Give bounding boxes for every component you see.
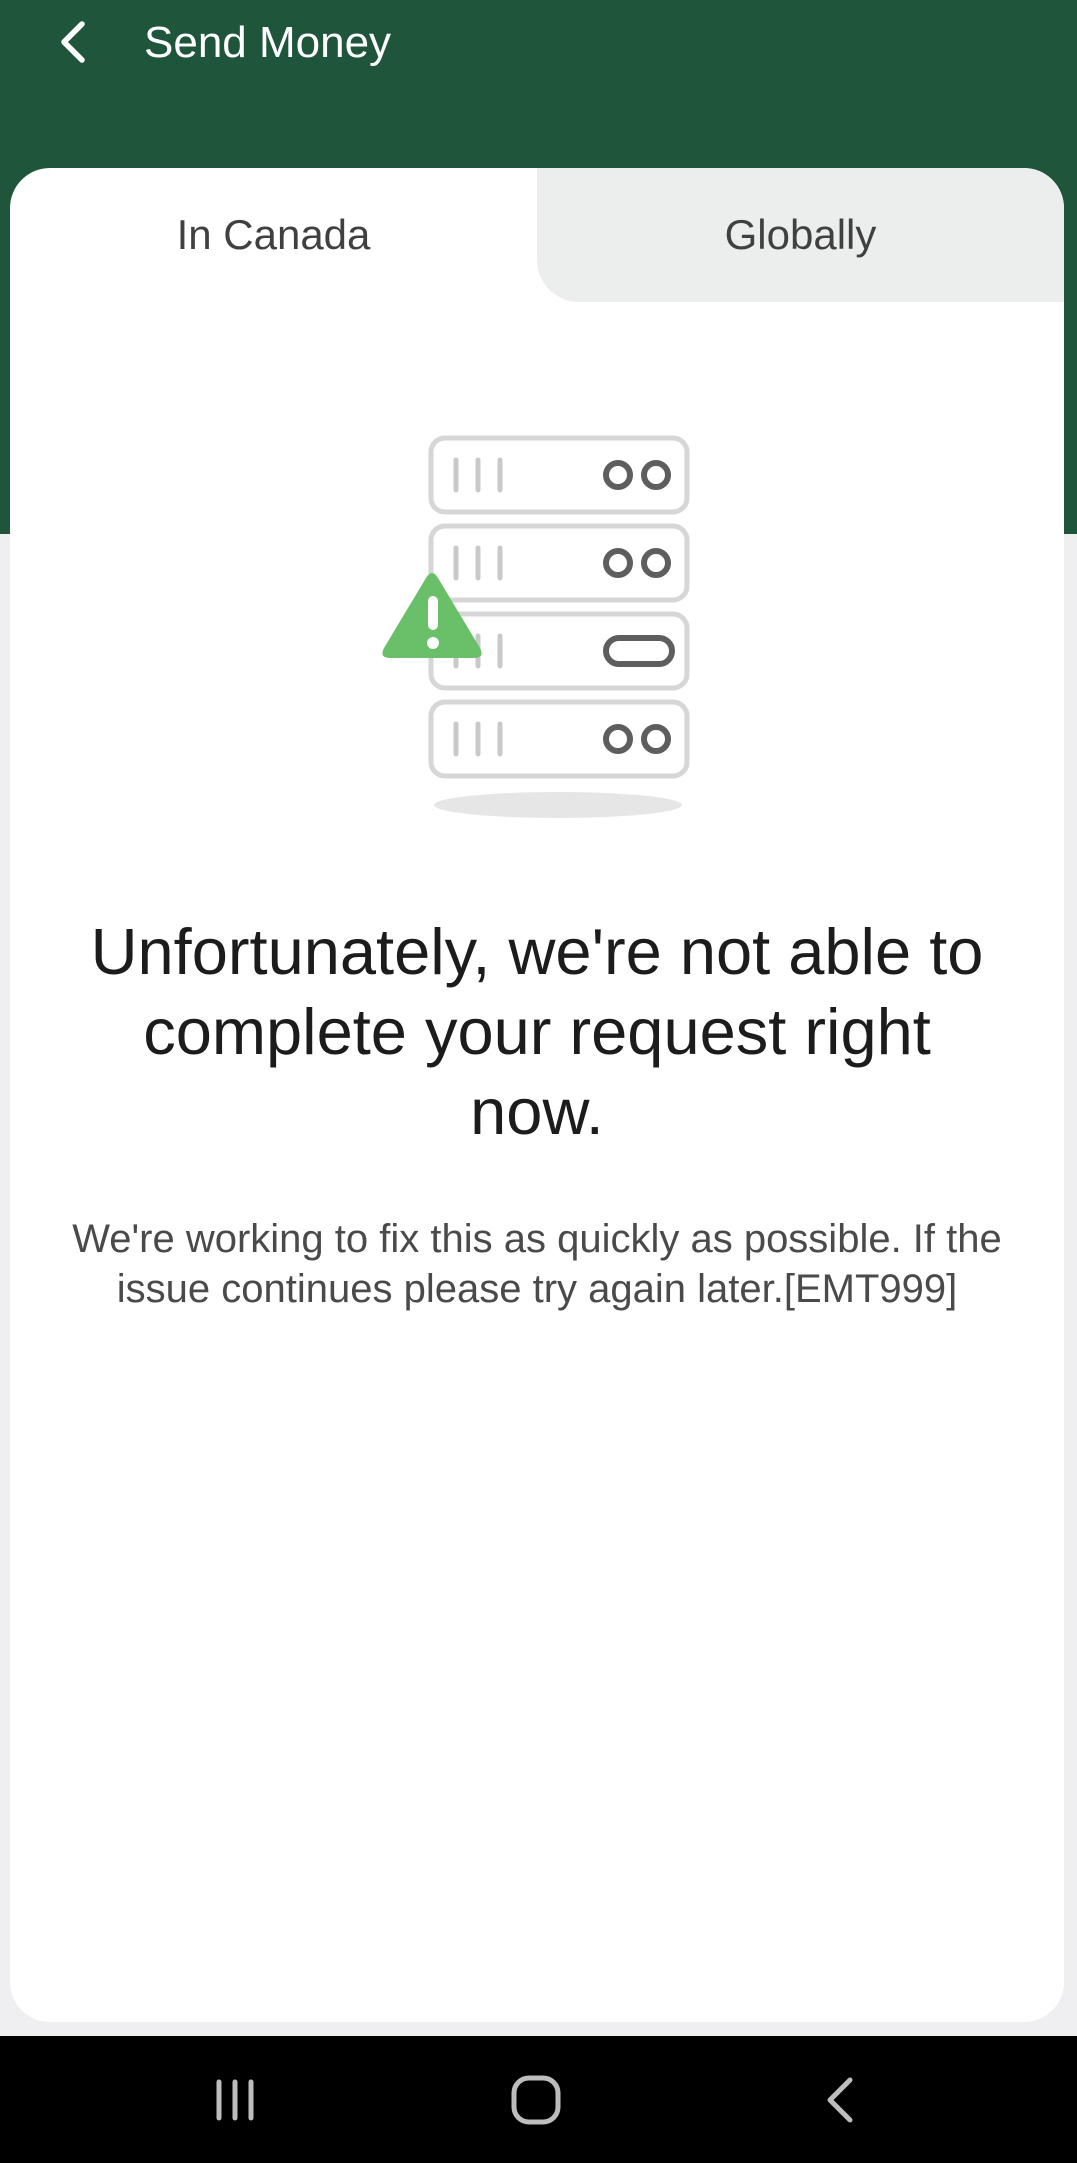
home-icon — [511, 2075, 561, 2124]
home-button[interactable] — [466, 2036, 606, 2163]
back-icon — [827, 2077, 853, 2122]
system-navigation-bar — [0, 2036, 1077, 2163]
tab-globally[interactable]: Globally — [537, 168, 1064, 302]
recent-apps-button[interactable] — [165, 2036, 305, 2163]
server-warning-icon — [382, 435, 690, 818]
system-back-button[interactable] — [770, 2036, 910, 2163]
error-message: We're working to fix this as quickly as … — [72, 1217, 1002, 1311]
tab-in-canada[interactable]: In Canada — [10, 168, 537, 302]
back-button[interactable] — [44, 14, 100, 70]
server-unit — [428, 699, 690, 779]
server-unit — [428, 523, 690, 603]
content-card: In Canada Globally Unfortunately, we're … — [10, 168, 1064, 2022]
server-shadow — [434, 792, 682, 818]
server-unit — [428, 435, 690, 515]
tab-bar: In Canada Globally — [10, 168, 1064, 302]
page-title: Send Money — [144, 18, 392, 67]
error-headline: Unfortunately, we're not able to complet… — [90, 915, 984, 1148]
recent-apps-icon — [216, 2079, 254, 2120]
chevron-left-icon — [61, 21, 85, 63]
